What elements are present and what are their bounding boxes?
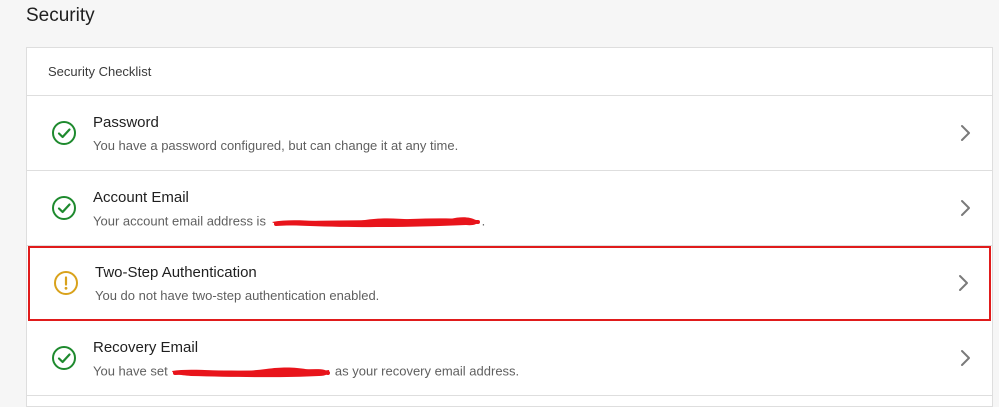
item-title: Two-Step Authentication	[95, 264, 257, 281]
item-description: You do not have two-step authentication …	[95, 288, 380, 303]
checklist-item-two-step-authentication[interactable]: Two-Step Authentication You do not have …	[28, 246, 991, 321]
item-title: Recovery Email	[93, 339, 199, 356]
check-circle-icon	[52, 121, 76, 145]
item-description: You have set as your recovery email addr…	[93, 363, 519, 381]
checklist-item-account-email[interactable]: Account Email Your account email address…	[27, 171, 992, 246]
security-checklist-card: Security Checklist Password You have a p…	[26, 47, 993, 407]
chevron-right-icon	[961, 125, 970, 141]
redaction-mark	[172, 367, 331, 378]
warning-circle-icon	[54, 271, 78, 295]
chevron-right-icon	[959, 275, 968, 291]
checklist-item-password[interactable]: Password You have a password configured,…	[27, 96, 992, 171]
redaction-mark	[271, 217, 480, 228]
checklist-item-recovery-email[interactable]: Recovery Email You have set as your reco…	[27, 321, 992, 396]
check-circle-icon	[52, 196, 76, 220]
description-suffix: .	[481, 213, 486, 229]
page-title: Security	[26, 5, 95, 26]
item-description: Your account email address is .	[93, 213, 485, 231]
chevron-right-icon	[961, 350, 970, 366]
item-description: You have a password configured, but can …	[93, 138, 459, 153]
check-circle-icon	[52, 346, 76, 370]
description-suffix: as your recovery email address.	[331, 363, 520, 379]
description-prefix: Your account email address is	[93, 213, 270, 229]
description-prefix: You have set	[93, 363, 172, 379]
item-title: Password	[93, 114, 159, 131]
item-title: Account Email	[93, 189, 189, 206]
chevron-right-icon	[961, 200, 970, 216]
card-header: Security Checklist	[27, 48, 992, 96]
